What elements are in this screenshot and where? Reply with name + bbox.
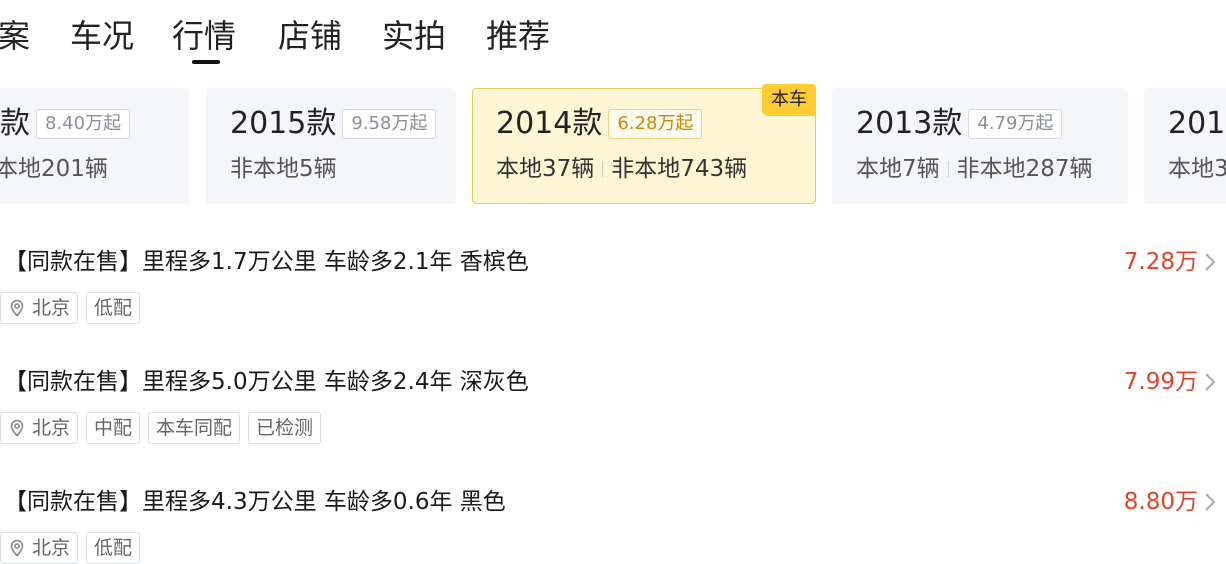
listing-price: 7.28万 (1123, 249, 1198, 275)
location-pin-icon (10, 419, 24, 437)
spec-tag: 中配 (86, 412, 141, 444)
tab-bar: 案 车况 行情 店铺 实拍 推荐 (0, 0, 1226, 70)
year-card-nonlocal: 非本地201辆 (0, 156, 108, 182)
year-card[interactable]: 2015款 9.58万起 非本地5辆 (206, 88, 456, 204)
location-tag: 北京 (0, 412, 79, 444)
year-card-price: 9.58万起 (342, 109, 437, 139)
listing-title: 【同款在售】里程多4.3万公里 车龄多0.6年 黑色 (4, 489, 506, 515)
location-tag: 北京 (0, 292, 79, 324)
location-pin-icon (10, 299, 24, 317)
listing-tags: 北京 低配 (0, 532, 148, 564)
year-card-local: 本地37辆 (496, 156, 595, 182)
year-card-year: 2012 (1168, 106, 1226, 141)
tab-photos[interactable]: 实拍 (382, 14, 446, 58)
listing-title: 【同款在售】里程多1.7万公里 车龄多2.1年 香槟色 (4, 249, 529, 275)
spec-tag: 低配 (86, 532, 141, 564)
year-card-year: 款 (0, 106, 30, 141)
year-card-year: 2014款 (496, 106, 603, 141)
tab-recommend[interactable]: 推荐 (486, 14, 550, 58)
divider (602, 161, 604, 177)
year-card-price: 4.79万起 (968, 109, 1063, 139)
tab-store[interactable]: 店铺 (278, 14, 342, 58)
year-card-strip[interactable]: 款 8.40万起 而 非本地201辆 2015款 9.58万起 非本地5辆 20… (0, 88, 1226, 204)
location-label: 北京 (32, 297, 71, 319)
year-card[interactable]: 2013款 4.79万起 本地7辆 非本地287辆 (832, 88, 1128, 204)
chevron-right-icon (1205, 253, 1216, 271)
year-card-year: 2013款 (856, 106, 963, 141)
current-car-badge: 本车 (762, 84, 816, 116)
active-tab-indicator (192, 60, 220, 64)
year-card-nonlocal: 非本地5辆 (230, 156, 337, 182)
location-label: 北京 (32, 417, 71, 439)
year-card[interactable]: 2012 本地3 (1144, 88, 1226, 204)
spec-tag: 低配 (86, 292, 141, 324)
listing-title: 【同款在售】里程多5.0万公里 车龄多2.4年 深灰色 (4, 369, 529, 395)
location-tag: 北京 (0, 532, 79, 564)
listing-price: 8.80万 (1123, 489, 1198, 515)
tab-archive[interactable]: 案 (0, 14, 30, 58)
listing-tags: 北京 低配 (0, 292, 148, 324)
listing-price: 7.99万 (1123, 369, 1198, 395)
spec-tag: 本车同配 (148, 412, 241, 444)
chevron-right-icon (1205, 493, 1216, 511)
year-card-price: 8.40万起 (36, 109, 131, 139)
year-card-price: 6.28万起 (608, 109, 703, 139)
year-card-nonlocal: 非本地743辆 (611, 156, 748, 182)
location-label: 北京 (32, 537, 71, 559)
year-card-year: 2015款 (230, 106, 337, 141)
spec-tag: 已检测 (248, 412, 322, 444)
year-card[interactable]: 款 8.40万起 而 非本地201辆 (0, 88, 190, 204)
year-card-local: 本地3 (1168, 156, 1226, 182)
chevron-right-icon (1205, 373, 1216, 391)
tab-market[interactable]: 行情 (172, 14, 236, 58)
tab-condition[interactable]: 车况 (70, 14, 134, 58)
listing-item[interactable]: 【同款在售】里程多4.3万公里 车龄多0.6年 黑色 北京 低配 8.80万 (0, 486, 1226, 564)
listing-item[interactable]: 【同款在售】里程多1.7万公里 车龄多2.1年 香槟色 北京 低配 7.28万 (0, 246, 1226, 356)
listing-tags: 北京 中配 本车同配 已检测 (0, 412, 329, 444)
listing-item[interactable]: 【同款在售】里程多5.0万公里 车龄多2.4年 深灰色 北京 中配 本车同配 已… (0, 366, 1226, 476)
divider (947, 161, 949, 177)
location-pin-icon (10, 539, 24, 557)
year-card-local: 本地7辆 (856, 156, 940, 182)
year-card-nonlocal: 非本地287辆 (956, 156, 1093, 182)
